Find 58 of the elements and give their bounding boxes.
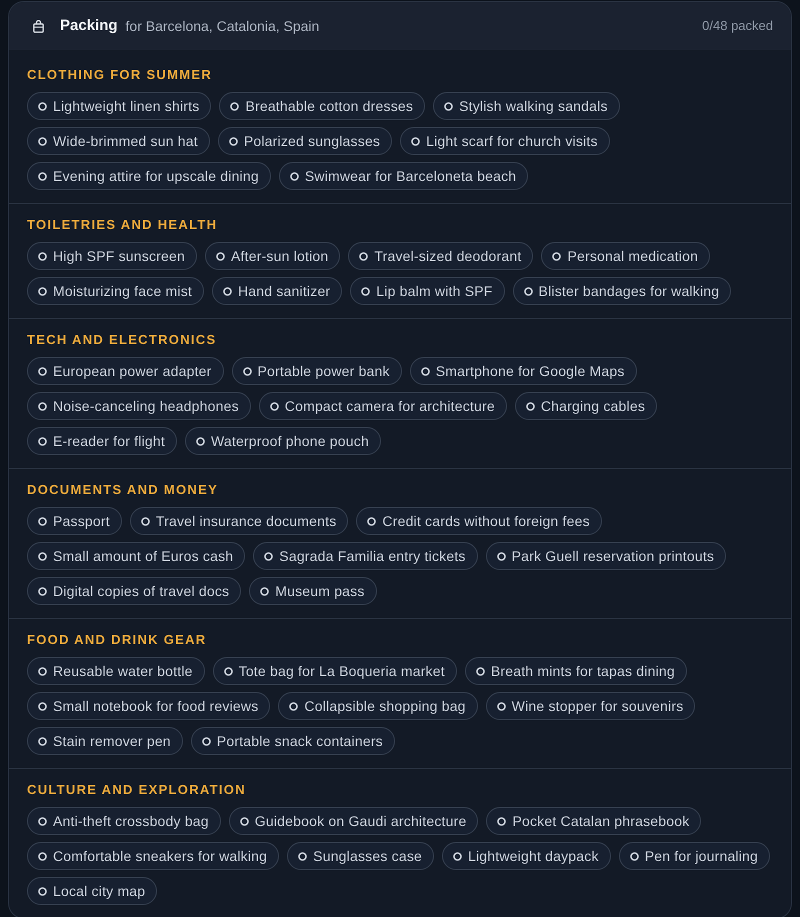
packing-item-chip[interactable]: Lightweight linen shirts: [27, 92, 212, 120]
category-heading: DOCUMENTS AND MONEY: [27, 482, 220, 498]
packing-item-chip[interactable]: Reusable water bottle: [27, 657, 205, 685]
packing-item-chip[interactable]: Blister bandages for walking: [512, 277, 732, 305]
packing-item-chip[interactable]: Local city map: [27, 877, 158, 905]
packing-item-chip[interactable]: Light scarf for church visits: [400, 127, 610, 155]
packed-count: 0/48 packed: [702, 17, 773, 36]
packing-item-chip[interactable]: Wide-brimmed sun hat: [27, 127, 210, 155]
packing-item-chip[interactable]: Credit cards without foreign fees: [356, 507, 602, 535]
packing-item-chip[interactable]: Breath mints for tapas dining: [464, 657, 687, 685]
packing-item-chip[interactable]: High SPF sunscreen: [27, 242, 197, 270]
packing-item-chip[interactable]: Noise-canceling headphones: [27, 392, 251, 420]
packing-item-chip[interactable]: Guidebook on Gaudi architecture: [228, 807, 478, 835]
packing-item-chip[interactable]: Museum pass: [249, 577, 377, 605]
packing-item-chip[interactable]: Compact camera for architecture: [258, 392, 507, 420]
packing-item-chip[interactable]: Sunglasses case: [287, 842, 434, 870]
bag-icon: [33, 20, 44, 32]
packing-item-chip[interactable]: Lightweight daypack: [442, 842, 611, 870]
category-heading: CLOTHING FOR SUMMER: [27, 67, 214, 83]
packing-item-chip[interactable]: Small notebook for food reviews: [27, 692, 270, 720]
packing-item-chip[interactable]: Portable power bank: [232, 357, 402, 385]
category-heading: TOILETRIES AND HEALTH: [27, 217, 218, 233]
packing-item-chip[interactable]: Comfortable sneakers for walking: [27, 842, 280, 870]
packing-item-chip[interactable]: Collapsible shopping bag: [278, 692, 478, 720]
packing-item-chip[interactable]: Pocket Catalan phrasebook: [486, 807, 702, 835]
packing-item-chip[interactable]: Passport: [27, 507, 122, 535]
category-heading: CULTURE AND EXPLORATION: [27, 782, 247, 798]
packing-item-chip[interactable]: Moisturizing face mist: [27, 277, 204, 305]
packing-item-chip[interactable]: Small amount of Euros cash: [27, 542, 246, 570]
packing-item-chip[interactable]: Park Guell reservation printouts: [486, 542, 726, 570]
packing-item-chip[interactable]: Breathable cotton dresses: [219, 92, 426, 120]
packing-item-chip[interactable]: Polarized sunglasses: [218, 127, 392, 155]
header-title: Packing: [60, 16, 118, 36]
packing-item-chip[interactable]: European power adapter: [27, 357, 224, 385]
packing-item-chip[interactable]: Stain remover pen: [27, 727, 183, 755]
packing-item-chip[interactable]: Tote bag for La Boqueria market: [212, 657, 457, 685]
packing-item-chip[interactable]: Wine stopper for souvenirs: [486, 692, 696, 720]
packing-item-chip[interactable]: Travel-sized deodorant: [348, 242, 534, 270]
packing-item-chip[interactable]: After-sun lotion: [205, 242, 340, 270]
packing-item-chip[interactable]: Digital copies of travel docs: [27, 577, 242, 605]
packing-item-chip[interactable]: Smartphone for Google Maps: [410, 357, 637, 385]
packing-item-chip[interactable]: Charging cables: [514, 392, 658, 420]
packing-item-chip[interactable]: Travel insurance documents: [130, 507, 348, 535]
packing-item-chip[interactable]: Pen for journaling: [618, 842, 770, 870]
packing-item-chip[interactable]: Lip balm with SPF: [350, 277, 505, 305]
packing-item-chip[interactable]: Evening attire for upscale dining: [27, 162, 271, 190]
destination-text: for Barcelona, Catalonia, Spain: [126, 16, 320, 36]
packing-item-chip[interactable]: Portable snack containers: [190, 727, 395, 755]
packing-item-chip[interactable]: Sagrada Familia entry tickets: [253, 542, 478, 570]
packing-item-chip[interactable]: Waterproof phone pouch: [184, 427, 381, 455]
category-heading: FOOD AND DRINK GEAR: [27, 632, 208, 648]
packing-item-chip[interactable]: Swimwear for Barceloneta beach: [278, 162, 528, 190]
packing-item-chip[interactable]: Personal medication: [541, 242, 710, 270]
packing-item-chip[interactable]: E-reader for flight: [27, 427, 177, 455]
packing-item-chip[interactable]: Hand sanitizer: [212, 277, 342, 305]
category-heading: TECH AND ELECTRONICS: [27, 332, 218, 348]
packing-item-chip[interactable]: Stylish walking sandals: [433, 92, 620, 120]
packing-item-chip[interactable]: Anti-theft crossbody bag: [27, 807, 221, 835]
